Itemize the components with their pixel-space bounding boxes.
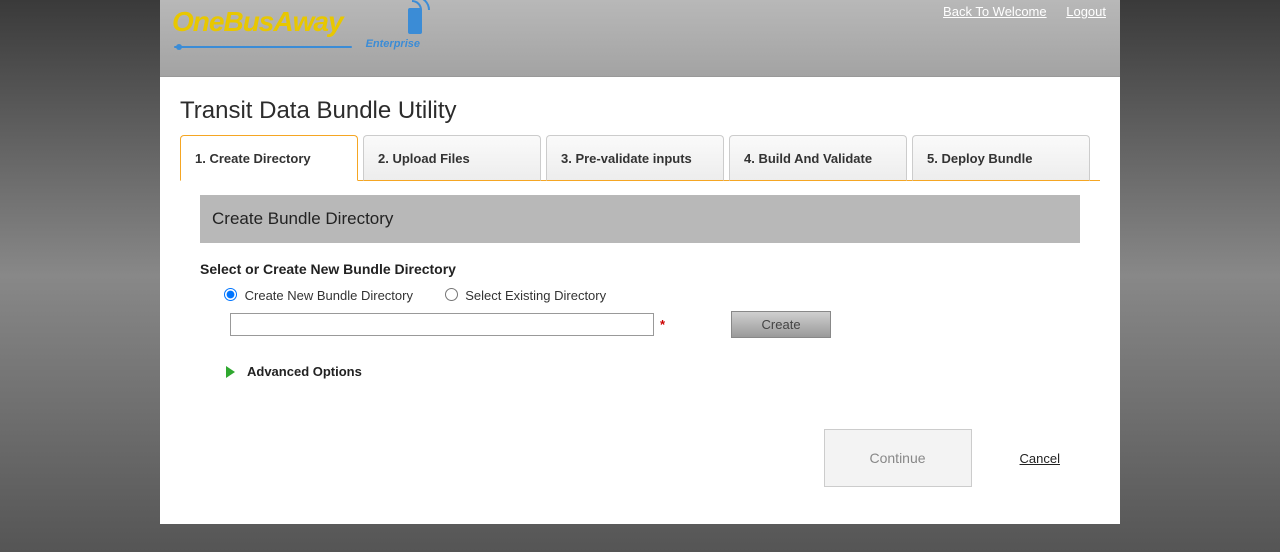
page-title: Transit Data Bundle Utility: [180, 97, 1100, 125]
section-heading: Create Bundle Directory: [200, 195, 1080, 243]
logo: OneBusAway: [172, 6, 343, 38]
tab-build-validate[interactable]: 4. Build And Validate: [729, 135, 907, 181]
create-button[interactable]: Create: [731, 311, 831, 338]
logo-word-away: Away: [273, 6, 342, 37]
required-indicator: *: [660, 317, 665, 332]
continue-button[interactable]: Continue: [824, 429, 972, 487]
directory-mode-radios: Create New Bundle Directory Select Exist…: [224, 287, 1100, 303]
panel-create-directory: Create Bundle Directory Select or Create…: [180, 181, 1100, 511]
back-to-welcome-link[interactable]: Back To Welcome: [943, 4, 1047, 19]
directory-name-input[interactable]: [230, 313, 654, 336]
header-links: Back To Welcome Logout: [927, 4, 1106, 19]
directory-input-row: * Create: [230, 311, 1100, 338]
radio-select-existing-label: Select Existing Directory: [465, 288, 606, 303]
radio-create-new[interactable]: Create New Bundle Directory: [224, 288, 417, 303]
cancel-link[interactable]: Cancel: [1020, 451, 1060, 466]
logo-word-bus: Bus: [223, 6, 273, 37]
tab-prevalidate[interactable]: 3. Pre-validate inputs: [546, 135, 724, 181]
logo-enterprise: Enterprise: [174, 38, 420, 50]
logo-signal-icon: [416, 0, 430, 10]
radio-create-new-input[interactable]: [224, 288, 237, 301]
logo-word-one: One: [172, 6, 223, 37]
advanced-options-toggle[interactable]: Advanced Options: [226, 364, 1100, 379]
header: OneBusAway Enterprise Back To Welcome Lo…: [160, 0, 1120, 77]
radio-select-existing-input[interactable]: [445, 288, 458, 301]
expand-arrow-icon: [226, 366, 235, 378]
advanced-options-label: Advanced Options: [247, 364, 362, 379]
subheading: Select or Create New Bundle Directory: [200, 261, 1100, 277]
content: Transit Data Bundle Utility 1. Create Di…: [160, 77, 1120, 511]
tabs: 1. Create Directory 2. Upload Files 3. P…: [180, 135, 1100, 181]
action-bar: Continue Cancel: [180, 429, 1100, 511]
radio-create-new-label: Create New Bundle Directory: [245, 288, 413, 303]
tab-create-directory[interactable]: 1. Create Directory: [180, 135, 358, 181]
tab-deploy-bundle[interactable]: 5. Deploy Bundle: [912, 135, 1090, 181]
logout-link[interactable]: Logout: [1066, 4, 1106, 19]
app-window: OneBusAway Enterprise Back To Welcome Lo…: [160, 0, 1120, 524]
radio-select-existing[interactable]: Select Existing Directory: [445, 288, 607, 303]
tab-upload-files[interactable]: 2. Upload Files: [363, 135, 541, 181]
